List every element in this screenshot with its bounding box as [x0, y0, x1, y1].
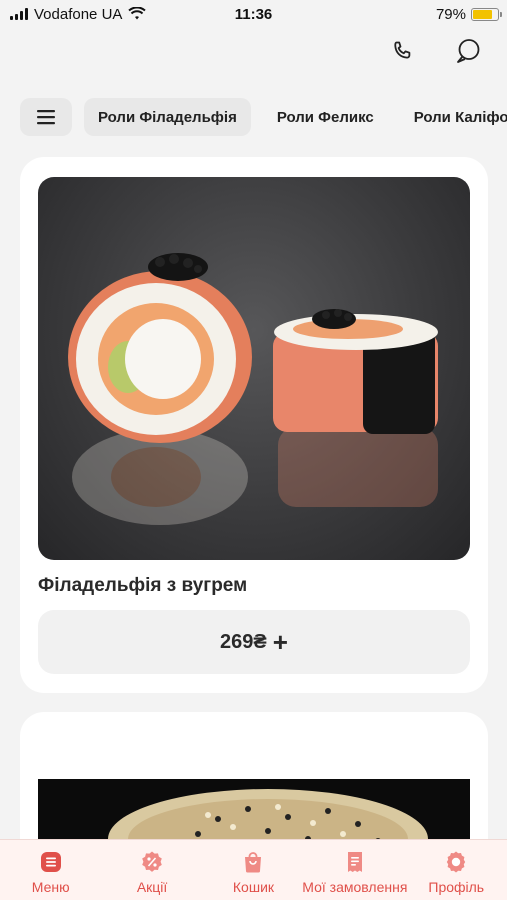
nav-label: Кошик	[232, 879, 275, 895]
categories-menu-button[interactable]	[20, 98, 72, 136]
nav-label: Мої замовлення	[302, 879, 408, 895]
phone-icon[interactable]	[387, 36, 417, 66]
add-to-cart-button[interactable]: 269₴ +	[38, 610, 470, 674]
battery-percent: 79%	[435, 5, 466, 23]
clock: 11:36	[234, 5, 273, 23]
hamburger-icon	[37, 110, 55, 125]
menu-list-icon	[40, 852, 61, 872]
category-tabs: Роли Філадельфія Роли Феликс Роли Каліфо…	[20, 97, 507, 137]
discount-icon	[142, 851, 162, 872]
nav-profile[interactable]: Профіль	[406, 850, 506, 895]
receipt-icon	[347, 852, 362, 872]
battery-fill	[473, 9, 492, 19]
profile-icon	[447, 851, 466, 873]
bag-icon	[245, 852, 262, 873]
nav-orders[interactable]: Мої замовлення	[302, 850, 408, 895]
tab-philadelphia[interactable]: Роли Філадельфія	[84, 98, 251, 136]
bottom-nav: Меню Акції Кошик Мої замовлення Профіль	[0, 839, 507, 900]
status-bar: Vodafone UA 11:36 79%	[0, 0, 507, 28]
tab-california[interactable]: Роли Каліфорн	[400, 98, 507, 136]
nav-label: Профіль	[428, 879, 485, 895]
top-actions	[387, 36, 483, 66]
nav-menu[interactable]: Меню	[1, 850, 101, 895]
carrier-info: Vodafone UA	[10, 5, 147, 23]
nav-cart[interactable]: Кошик	[203, 850, 303, 895]
carrier-name: Vodafone UA	[34, 5, 123, 23]
tab-felix[interactable]: Роли Феликс	[263, 98, 388, 136]
signal-icon	[10, 8, 28, 20]
sushi-roll-illustration	[68, 253, 438, 525]
plus-icon: +	[272, 627, 288, 657]
product-card[interactable]: Філадельфія з вугрем 269₴ +	[20, 157, 488, 693]
wifi-icon	[128, 7, 147, 20]
battery-info: 79%	[435, 5, 502, 23]
nav-label: Меню	[31, 879, 70, 895]
nav-label: Акції	[136, 879, 168, 895]
product-price: 269₴	[220, 630, 267, 653]
product-image[interactable]	[38, 177, 470, 560]
nav-promotions[interactable]: Акції	[102, 850, 202, 895]
battery-icon	[471, 7, 502, 21]
chat-icon[interactable]	[453, 36, 483, 66]
product-name: Філадельфія з вугрем	[38, 575, 248, 596]
